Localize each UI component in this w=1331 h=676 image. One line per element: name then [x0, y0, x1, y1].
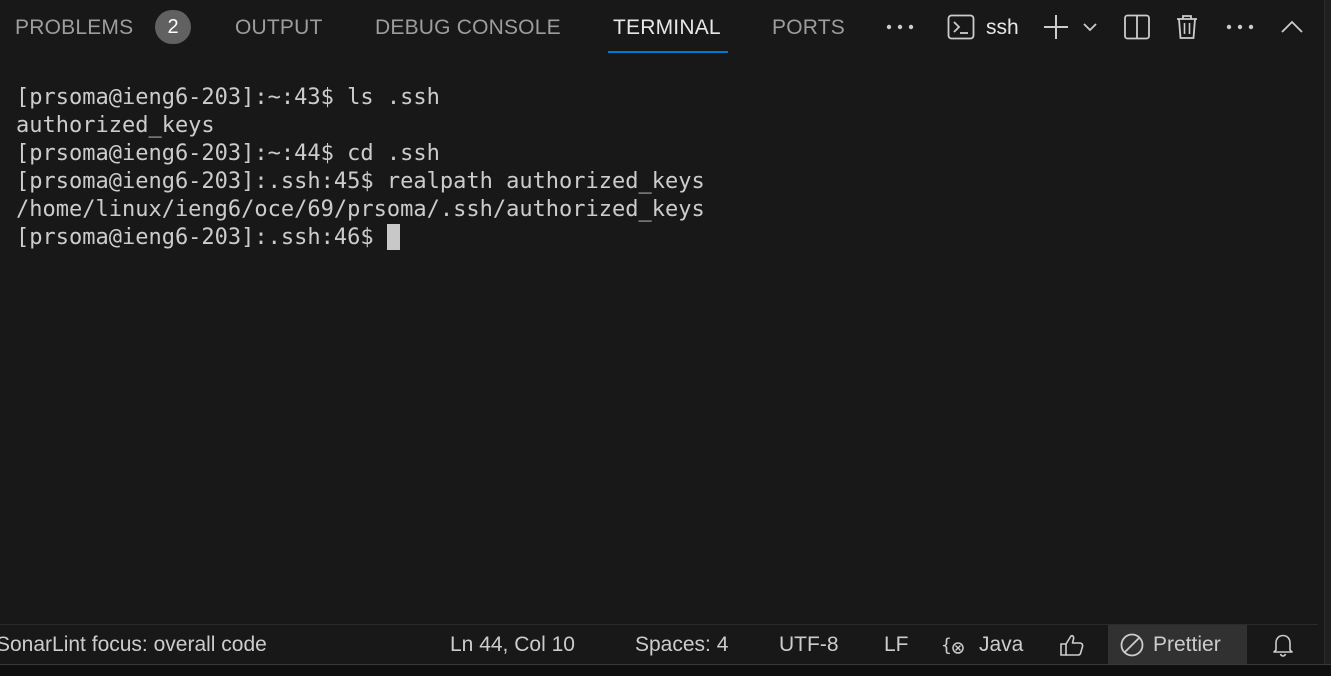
- chevron-up-icon[interactable]: [1278, 10, 1306, 44]
- prettier-disabled-icon[interactable]: [1119, 633, 1145, 657]
- tab-output[interactable]: OUTPUT: [235, 0, 323, 56]
- terminal-line: [prsoma@ieng6-203]:.ssh:45$ realpath aut…: [16, 169, 705, 194]
- tab-ports[interactable]: PORTS: [772, 0, 845, 56]
- terminal-line: authorized_keys: [16, 113, 215, 138]
- chevron-down-icon[interactable]: [1080, 10, 1100, 44]
- more-actions-icon[interactable]: [1224, 10, 1256, 44]
- encoding-status[interactable]: UTF-8: [779, 625, 839, 665]
- prettier-status[interactable]: Prettier: [1153, 625, 1221, 665]
- terminal-prompt-line[interactable]: [prsoma@ieng6-203]:.ssh:46$: [16, 224, 1306, 252]
- bell-icon[interactable]: [1271, 633, 1295, 657]
- language-mode-status[interactable]: Java: [979, 625, 1023, 665]
- terminal-prompt: [prsoma@ieng6-203]:.ssh:46$: [16, 225, 387, 250]
- status-bar: SonarLint focus: overall code Ln 44, Col…: [0, 624, 1318, 665]
- cursor-position-status[interactable]: Ln 44, Col 10: [450, 625, 575, 665]
- panel-tab-bar: PROBLEMS 2 OUTPUT DEBUG CONSOLE TERMINAL…: [0, 0, 1318, 56]
- problems-count-badge: 2: [155, 10, 191, 44]
- split-terminal-icon[interactable]: [1122, 10, 1152, 44]
- terminal-line: [prsoma@ieng6-203]:~:44$ cd .ssh: [16, 141, 440, 166]
- terminal-line: [prsoma@ieng6-203]:~:43$ ls .ssh: [16, 85, 440, 110]
- indentation-status[interactable]: Spaces: 4: [635, 625, 728, 665]
- terminal-name-label[interactable]: ssh: [986, 0, 1019, 56]
- tab-terminal[interactable]: TERMINAL: [613, 0, 721, 56]
- active-tab-indicator: [608, 51, 728, 53]
- panel-right-edge: [1324, 0, 1331, 664]
- tab-problems[interactable]: PROBLEMS: [15, 0, 133, 56]
- add-terminal-icon[interactable]: [1041, 10, 1071, 44]
- more-tabs-icon[interactable]: [882, 10, 918, 44]
- svg-text:{: {: [941, 635, 952, 656]
- feedback-icon[interactable]: [1059, 633, 1085, 657]
- tab-debug-console[interactable]: DEBUG CONSOLE: [375, 0, 561, 56]
- terminal-icon[interactable]: [946, 10, 976, 44]
- terminal-line: /home/linux/ieng6/oce/69/prsoma/.ssh/aut…: [16, 197, 705, 222]
- terminal-output[interactable]: [prsoma@ieng6-203]:~:43$ ls .ssh authori…: [16, 84, 1306, 604]
- terminal-cursor: [386, 224, 400, 250]
- sonarlint-status[interactable]: SonarLint focus: overall code: [0, 625, 267, 665]
- vscode-panel: PROBLEMS 2 OUTPUT DEBUG CONSOLE TERMINAL…: [0, 0, 1331, 676]
- eol-status[interactable]: LF: [884, 625, 909, 665]
- trash-icon[interactable]: [1172, 10, 1202, 44]
- window-bottom-edge: [0, 664, 1331, 676]
- language-status-icon[interactable]: {: [941, 633, 967, 657]
